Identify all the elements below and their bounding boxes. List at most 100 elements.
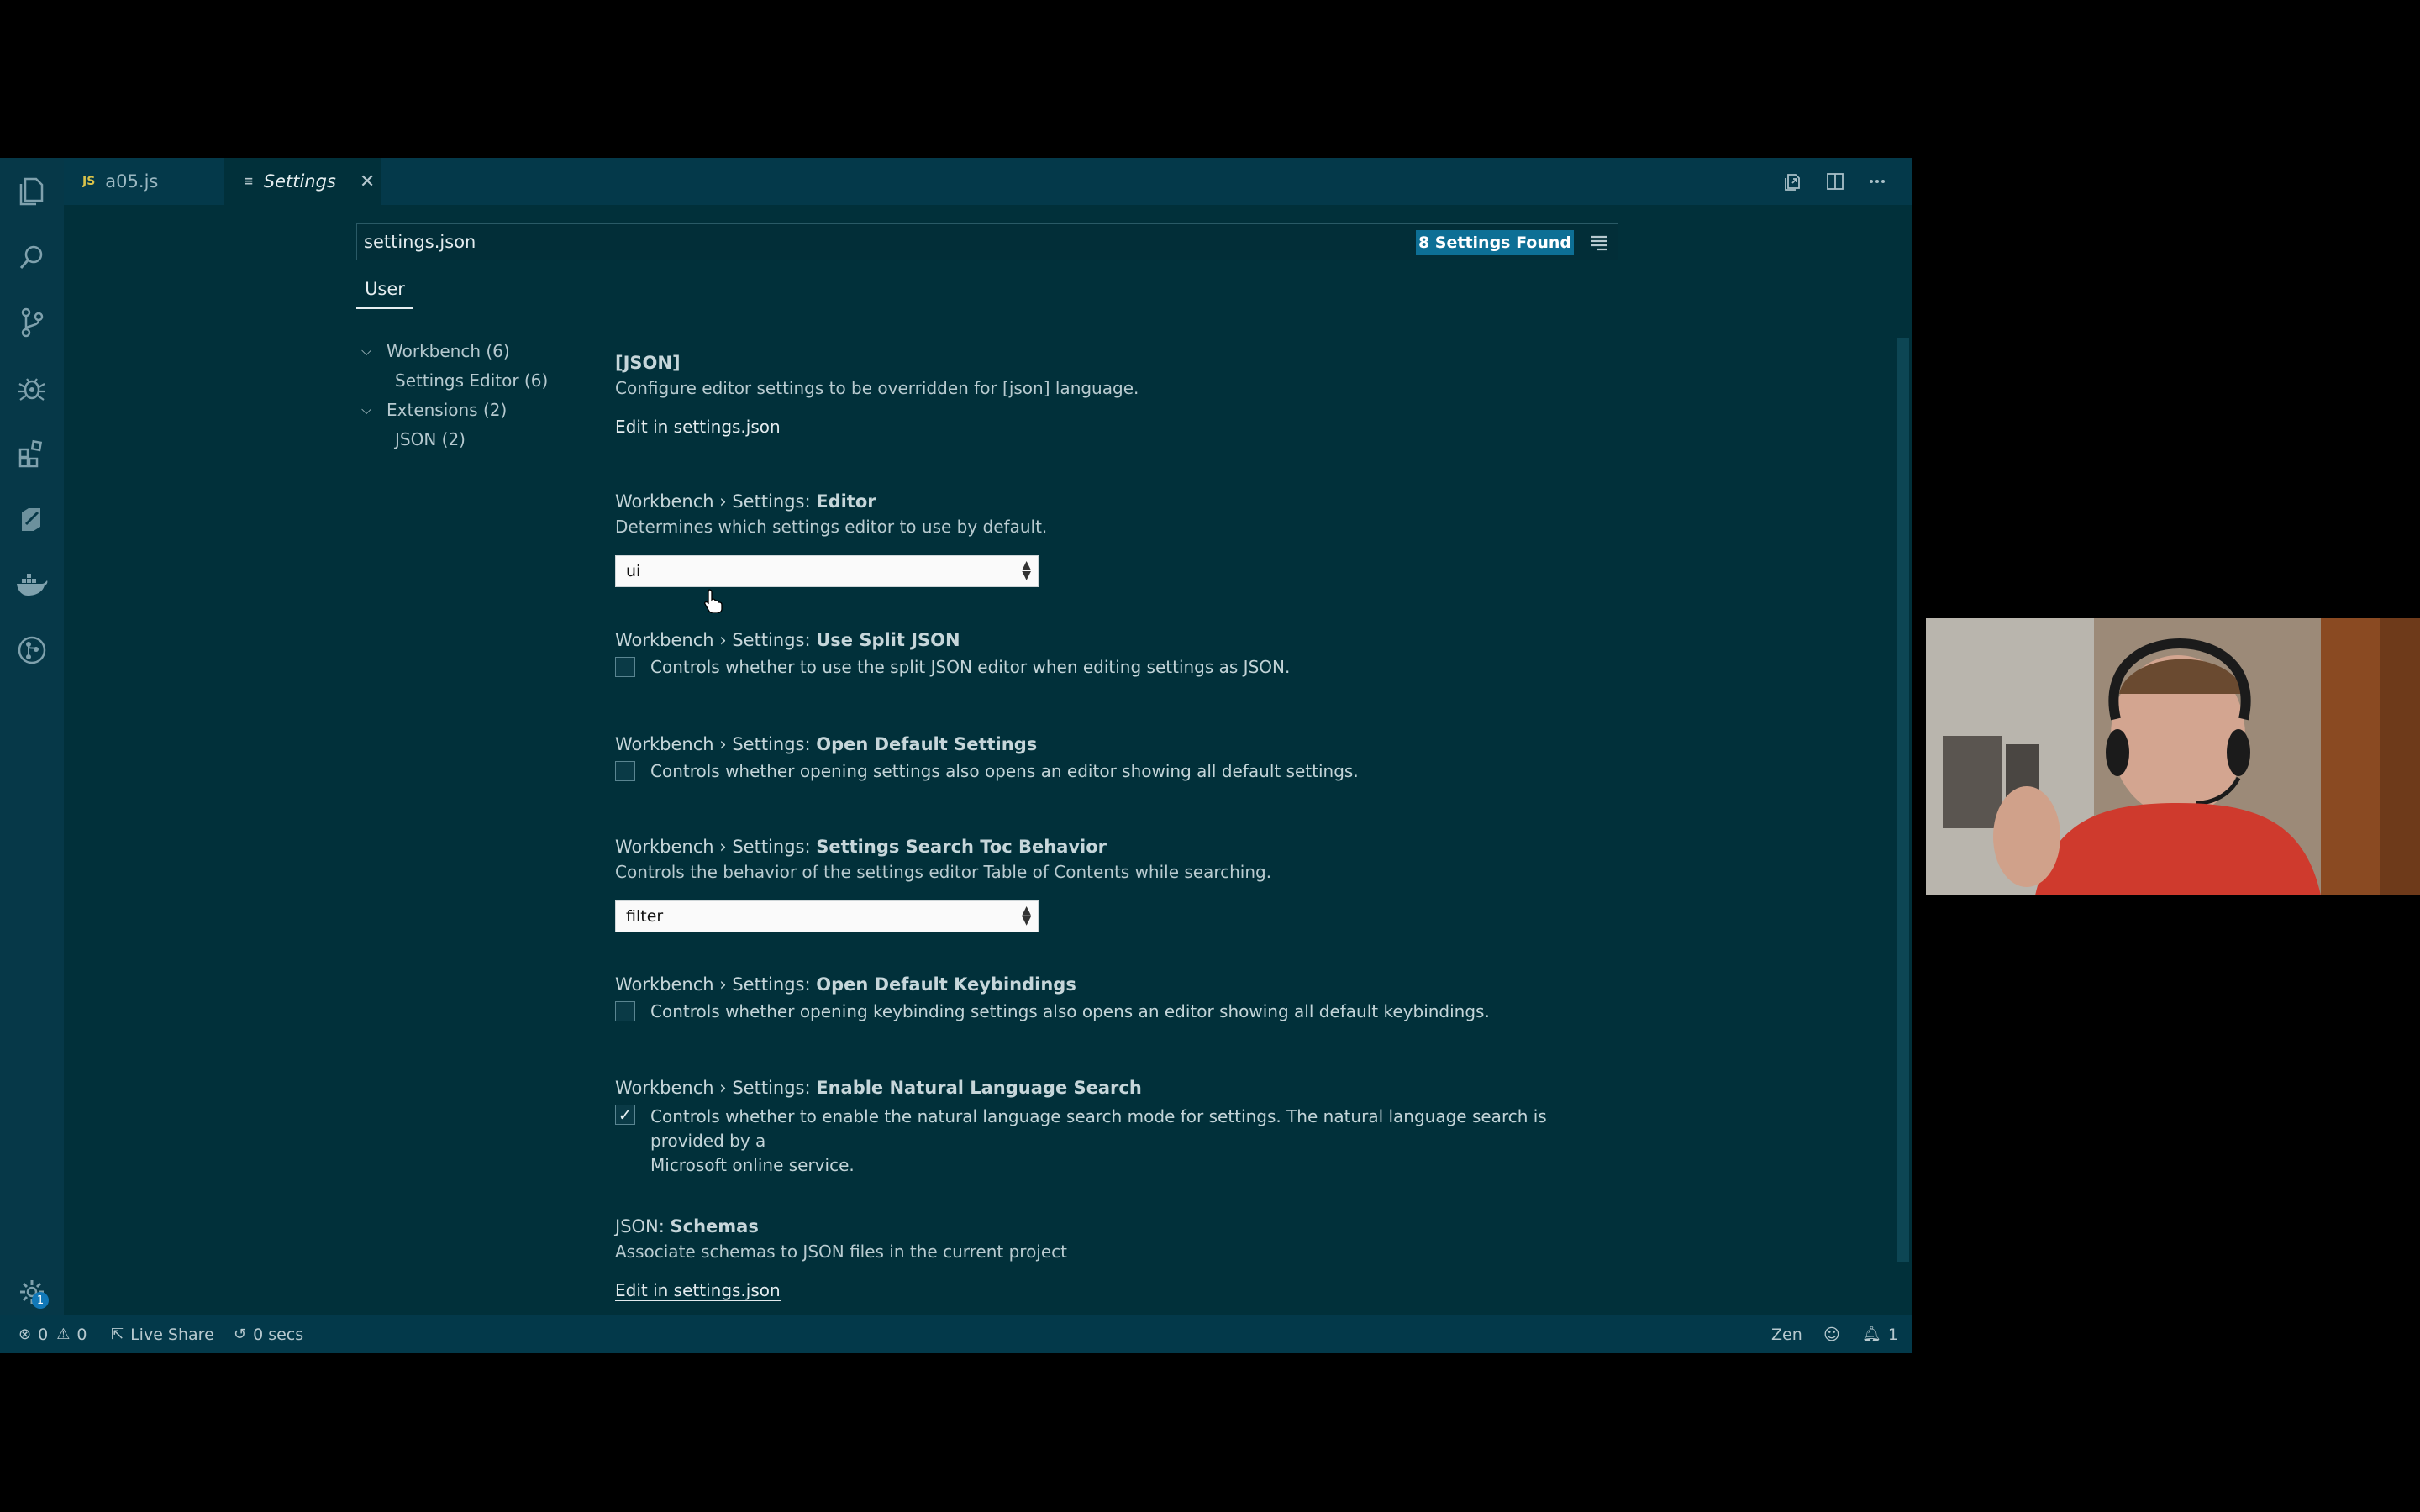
setting-description: Configure editor settings to be overridd… — [615, 378, 1139, 398]
editor-scrollbar[interactable] — [1897, 338, 1909, 1262]
setting-description: Controls whether opening settings also o… — [650, 761, 1359, 781]
setting-name: Enable Natural Language Search — [816, 1078, 1142, 1098]
javascript-file-icon: JS — [82, 175, 96, 188]
setting-description: Controls whether to use the split JSON e… — [650, 657, 1291, 677]
edit-in-settings-json-link[interactable]: Edit in settings.json — [615, 417, 781, 438]
manage-badge: 1 — [32, 1292, 49, 1309]
zen-mode-button[interactable]: Zen — [1771, 1315, 1802, 1353]
setting-category: Workbench › Settings: — [615, 974, 817, 995]
bell-icon: 🔔︎ — [1862, 1326, 1881, 1343]
chevron-down-icon: ⌵ — [361, 402, 372, 417]
setting-title: Workbench › Settings: Open Default Setti… — [615, 734, 1623, 759]
close-tab-icon[interactable]: ✕ — [360, 171, 375, 192]
open-default-settings-checkbox[interactable] — [615, 761, 635, 781]
toc-label: Workbench (6) — [387, 341, 510, 361]
warning-icon: ⚠ — [56, 1326, 71, 1343]
status-bar: ⊗ 0 ⚠ 0 ⇱ Live Share ↺ 0 secs Zen ☺ 🔔︎ 1 — [0, 1315, 1912, 1353]
open-default-keybindings-checkbox[interactable] — [615, 1001, 635, 1021]
edit-schemas-in-settings-json-link[interactable]: Edit in settings.json — [615, 1280, 781, 1301]
select-arrows-icon: ▲ ▼ — [1022, 904, 1031, 927]
webcam-image — [1926, 618, 2420, 895]
timer-label: 0 secs — [253, 1325, 304, 1344]
filter-list-icon[interactable] — [1586, 229, 1612, 256]
toc-label: Settings Editor (6) — [395, 370, 549, 391]
zen-label: Zen — [1771, 1325, 1802, 1344]
mouse-pointer-icon — [704, 589, 723, 613]
setting-name: Open Default Keybindings — [816, 974, 1076, 995]
settings-search-input[interactable] — [364, 228, 1372, 256]
search-icon[interactable] — [12, 237, 52, 277]
debug-icon[interactable] — [12, 368, 52, 408]
toc-behavior-select[interactable]: filter ▲ ▼ — [615, 900, 1039, 932]
setting-title: Workbench › Settings: Enable Natural Lan… — [615, 1078, 1623, 1103]
setting-description: Controls whether to enable the natural l… — [650, 1105, 1623, 1178]
setting-category: Workbench › Settings: — [615, 1078, 817, 1098]
toc-item-settings-editor[interactable]: Settings Editor (6) — [395, 370, 548, 391]
description-line: Microsoft online service. — [650, 1155, 855, 1175]
gitlens-icon[interactable] — [12, 630, 52, 670]
notifications-button[interactable]: 🔔︎ 1 — [1862, 1315, 1898, 1353]
tab-a05-js[interactable]: JS a05.js — [64, 158, 222, 205]
setting-name: Use Split JSON — [816, 630, 960, 650]
settings-search-box: 8 Settings Found — [356, 223, 1618, 260]
toc-item-extensions[interactable]: ⌵ Extensions (2) — [361, 400, 507, 420]
setting-name: Schemas — [670, 1216, 759, 1236]
setting-description: Controls whether opening keybinding sett… — [650, 1001, 1490, 1021]
setting-title: Workbench › Settings: Editor — [615, 491, 1623, 517]
warning-count: 0 — [76, 1325, 87, 1344]
remote-explorer-icon[interactable] — [12, 499, 52, 539]
notification-count: 1 — [1887, 1325, 1898, 1344]
setting-title: Workbench › Settings: Settings Search To… — [615, 837, 1623, 862]
toc-item-json[interactable]: JSON (2) — [395, 429, 466, 449]
open-settings-json-icon[interactable] — [1781, 170, 1805, 193]
live-share-button[interactable]: ⇱ Live Share — [111, 1315, 214, 1353]
docker-icon[interactable] — [12, 564, 52, 605]
problems-indicator[interactable]: ⊗ 0 ⚠ 0 — [18, 1315, 87, 1353]
vscode-window: 1 JS a05.js ≡ Settings ✕ 8 Settings Foun… — [0, 158, 1912, 1353]
setting-json-language: [JSON] Configure editor settings to be o… — [615, 353, 1623, 437]
history-icon: ↺ — [234, 1326, 247, 1343]
webcam-video-overlay — [1926, 618, 2420, 895]
explorer-icon[interactable] — [12, 171, 52, 212]
tab-user-scope[interactable]: User — [356, 279, 413, 312]
source-control-icon[interactable] — [12, 302, 52, 343]
select-value: filter — [626, 907, 664, 926]
setting-title: [JSON] — [615, 353, 681, 373]
select-arrows-icon: ▲ ▼ — [1022, 559, 1031, 582]
use-split-json-checkbox[interactable] — [615, 657, 635, 677]
editor-tab-bar: JS a05.js ≡ Settings ✕ — [64, 158, 1912, 205]
setting-json-schemas: JSON: Schemas Associate schemas to JSON … — [615, 1216, 1623, 1301]
setting-category: Workbench › Settings: — [615, 491, 817, 512]
tab-label: Settings — [263, 171, 336, 192]
more-actions-icon[interactable] — [1865, 170, 1889, 193]
feedback-smiley-icon[interactable]: ☺ — [1823, 1315, 1840, 1353]
setting-name: Settings Search Toc Behavior — [816, 837, 1107, 857]
settings-editor-select[interactable]: ui ▲ ▼ — [615, 555, 1039, 587]
extensions-icon[interactable] — [12, 433, 52, 474]
tab-settings[interactable]: ≡ Settings ✕ — [224, 158, 381, 205]
share-icon: ⇱ — [111, 1326, 124, 1343]
chevron-down-icon: ⌵ — [361, 343, 372, 359]
setting-category: Workbench › Settings: — [615, 837, 817, 857]
setting-search-toc-behavior: Workbench › Settings: Settings Search To… — [615, 837, 1623, 932]
toc-label: Extensions (2) — [387, 400, 508, 420]
setting-use-split-json: Workbench › Settings: Use Split JSON Con… — [615, 630, 1623, 677]
description-line: Controls whether to enable the natural l… — [650, 1106, 1547, 1151]
setting-title: Workbench › Settings: Open Default Keybi… — [615, 974, 1623, 1000]
setting-category: Workbench › Settings: — [615, 734, 817, 754]
error-icon: ⊗ — [18, 1326, 32, 1343]
setting-description: Determines which settings editor to use … — [615, 517, 1048, 537]
setting-description: Associate schemas to JSON files in the c… — [615, 1242, 1067, 1262]
split-editor-icon[interactable] — [1823, 170, 1847, 193]
tab-label: a05.js — [105, 171, 159, 192]
setting-title: Workbench › Settings: Use Split JSON — [615, 630, 1623, 655]
manage-gear-icon[interactable]: 1 — [12, 1272, 52, 1312]
wakatime-timer[interactable]: ↺ 0 secs — [234, 1315, 303, 1353]
setting-settings-editor: Workbench › Settings: Editor Determines … — [615, 491, 1623, 587]
select-value: ui — [626, 562, 641, 580]
setting-natural-language-search: Workbench › Settings: Enable Natural Lan… — [615, 1078, 1623, 1178]
activity-bar: 1 — [0, 158, 64, 1315]
natural-language-search-checkbox[interactable]: ✓ — [615, 1105, 635, 1125]
toc-item-workbench[interactable]: ⌵ Workbench (6) — [361, 341, 510, 361]
setting-name: Open Default Settings — [816, 734, 1038, 754]
